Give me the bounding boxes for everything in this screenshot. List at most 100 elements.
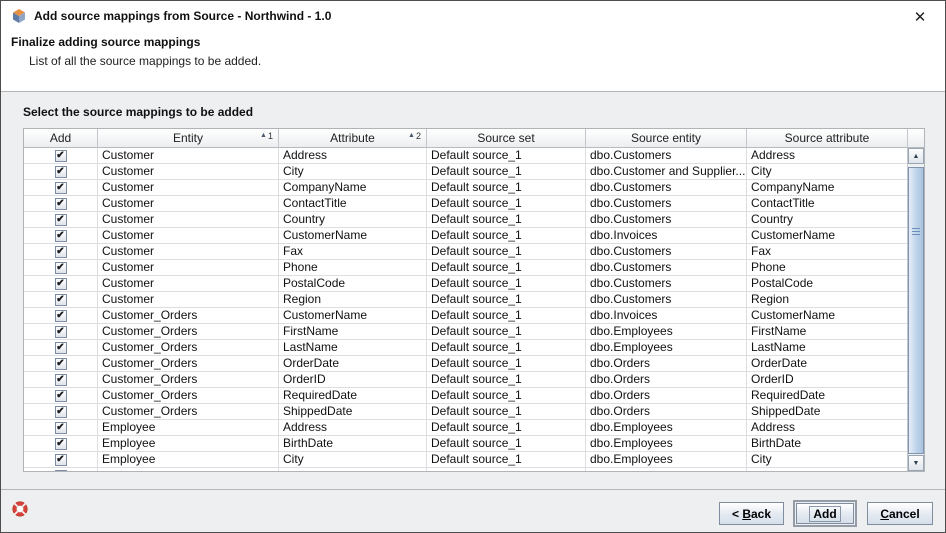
table-row[interactable]: ✔CustomerRegionDefault source_1dbo.Custo…: [24, 292, 907, 308]
row-checkbox[interactable]: ✔: [55, 182, 67, 194]
row-checkbox[interactable]: ✔: [55, 390, 67, 402]
row-checkbox[interactable]: ✔: [55, 262, 67, 274]
cell-source-set: Default source_1: [427, 196, 586, 211]
cell-source-entity: dbo.Orders: [586, 404, 747, 419]
table-row[interactable]: ✔Customer_OrdersOrderIDDefault source_1d…: [24, 372, 907, 388]
row-checkbox[interactable]: ✔: [55, 374, 67, 386]
cell-source-attribute: ShippedDate: [747, 404, 907, 419]
cell-source-entity: dbo.Customers: [586, 180, 747, 195]
table-row[interactable]: ✔CustomerContactTitleDefault source_1dbo…: [24, 196, 907, 212]
cell-entity: Customer: [98, 292, 279, 307]
cell-source-attribute: Fax: [747, 244, 907, 259]
add-cell: ✔: [24, 452, 98, 467]
row-checkbox[interactable]: ✔: [55, 150, 67, 162]
row-checkbox[interactable]: ✔: [55, 326, 67, 338]
table-row[interactable]: ✔CustomerPhoneDefault source_1dbo.Custom…: [24, 260, 907, 276]
row-checkbox[interactable]: ✔: [55, 422, 67, 434]
row-checkbox[interactable]: ✔: [55, 454, 67, 466]
table-row[interactable]: ✔CustomerCustomerNameDefault source_1dbo…: [24, 228, 907, 244]
cell-source-entity: dbo.Employees: [586, 436, 747, 451]
table-row[interactable]: ✔Customer_OrdersRequiredDateDefault sour…: [24, 388, 907, 404]
row-checkbox[interactable]: ✔: [55, 358, 67, 370]
column-header-source-entity[interactable]: Source entity: [586, 129, 747, 148]
cell-attribute: Country: [279, 212, 427, 227]
cell-source-set: Default source_1: [427, 260, 586, 275]
row-checkbox[interactable]: ✔: [55, 230, 67, 242]
back-button[interactable]: < Back: [719, 502, 784, 525]
row-checkbox[interactable]: ✔: [55, 342, 67, 354]
add-cell: ✔: [24, 404, 98, 419]
row-checkbox[interactable]: [55, 470, 67, 472]
column-header-entity[interactable]: Entity▲1: [98, 129, 279, 148]
cell-attribute: LastName: [279, 340, 427, 355]
title-bar[interactable]: Add source mappings from Source - Northw…: [1, 1, 945, 31]
row-checkbox[interactable]: ✔: [55, 294, 67, 306]
row-checkbox[interactable]: ✔: [55, 198, 67, 210]
cell-source-attribute: OrderDate: [747, 356, 907, 371]
cell-source-entity: dbo.Customers: [586, 292, 747, 307]
row-checkbox[interactable]: ✔: [55, 438, 67, 450]
cell-attribute: PostalCode: [279, 276, 427, 291]
cell-entity: Customer_Orders: [98, 388, 279, 403]
wizard-subtext: List of all the source mappings to be ad…: [29, 54, 261, 68]
cell-attribute: ShippedDate: [279, 404, 427, 419]
column-header-source-set[interactable]: Source set: [427, 129, 586, 148]
sort-ascending-icon: ▲1: [260, 131, 273, 141]
table-row[interactable]: ✔Customer_OrdersCustomerNameDefault sour…: [24, 308, 907, 324]
row-checkbox[interactable]: ✔: [55, 310, 67, 322]
table-row[interactable]: ✔EmployeeCityDefault source_1dbo.Employe…: [24, 452, 907, 468]
column-header-source-attribute[interactable]: Source attribute: [747, 129, 907, 148]
cell-attribute: Phone: [279, 260, 427, 275]
table-row[interactable]: ✔EmployeeBirthDateDefault source_1dbo.Em…: [24, 436, 907, 452]
column-header-attribute[interactable]: Attribute▲2: [279, 129, 427, 148]
table-row[interactable]: ✔CustomerPostalCodeDefault source_1dbo.C…: [24, 276, 907, 292]
cell-entity: Customer_Orders: [98, 372, 279, 387]
row-checkbox[interactable]: ✔: [55, 406, 67, 418]
add-button[interactable]: Add: [796, 503, 854, 524]
cell-source-attribute: Country: [747, 212, 907, 227]
table-row[interactable]: ✔CustomerCompanyNameDefault source_1dbo.…: [24, 180, 907, 196]
table-label: Select the source mappings to be added: [23, 105, 253, 119]
table-row[interactable]: ✔CustomerFaxDefault source_1dbo.Customer…: [24, 244, 907, 260]
column-header-add[interactable]: Add: [24, 129, 98, 148]
table-row-partial[interactable]: [24, 468, 907, 471]
cell-source-attribute: FirstName: [747, 324, 907, 339]
close-icon[interactable]: ✕: [909, 6, 931, 28]
cell-source-entity: dbo.Orders: [586, 372, 747, 387]
table-row[interactable]: ✔EmployeeAddressDefault source_1dbo.Empl…: [24, 420, 907, 436]
scrollbar-thumb[interactable]: [908, 167, 924, 454]
table-row[interactable]: ✔CustomerAddressDefault source_1dbo.Cust…: [24, 148, 907, 164]
cell-attribute: ContactTitle: [279, 196, 427, 211]
cell-source-set: Default source_1: [427, 244, 586, 259]
add-cell: ✔: [24, 164, 98, 179]
cell-attribute: CustomerName: [279, 228, 427, 243]
table-row[interactable]: ✔Customer_OrdersLastNameDefault source_1…: [24, 340, 907, 356]
scroll-up-icon[interactable]: ▲: [908, 148, 924, 164]
row-checkbox[interactable]: ✔: [55, 278, 67, 290]
row-checkbox[interactable]: ✔: [55, 166, 67, 178]
cell-source-set: Default source_1: [427, 164, 586, 179]
scrollbar-track[interactable]: [908, 164, 924, 455]
vertical-scrollbar[interactable]: ▲ ▼: [907, 129, 924, 471]
table-row[interactable]: ✔CustomerCityDefault source_1dbo.Custome…: [24, 164, 907, 180]
cell-source-entity: dbo.Orders: [586, 388, 747, 403]
cell-entity: Employee: [98, 420, 279, 435]
cell-source-attribute: City: [747, 164, 907, 179]
cell-entity: Customer: [98, 244, 279, 259]
row-checkbox[interactable]: ✔: [55, 214, 67, 226]
table-row[interactable]: ✔Customer_OrdersOrderDateDefault source_…: [24, 356, 907, 372]
scroll-down-icon[interactable]: ▼: [908, 455, 924, 471]
table-row[interactable]: ✔Customer_OrdersFirstNameDefault source_…: [24, 324, 907, 340]
scrollbar-grip: [912, 228, 920, 237]
cell-source-entity: dbo.Customers: [586, 196, 747, 211]
footer-bar: < Back Add Cancel: [1, 490, 945, 533]
cell-entity: Customer: [98, 276, 279, 291]
table-row[interactable]: ✔CustomerCountryDefault source_1dbo.Cust…: [24, 212, 907, 228]
table-row[interactable]: ✔Customer_OrdersShippedDateDefault sourc…: [24, 404, 907, 420]
cancel-button[interactable]: Cancel: [867, 502, 933, 525]
row-checkbox[interactable]: ✔: [55, 246, 67, 258]
life-buoy-help-icon[interactable]: [11, 500, 29, 518]
add-cell: ✔: [24, 292, 98, 307]
cell-source-set: Default source_1: [427, 180, 586, 195]
cell-source-entity: dbo.Orders: [586, 356, 747, 371]
